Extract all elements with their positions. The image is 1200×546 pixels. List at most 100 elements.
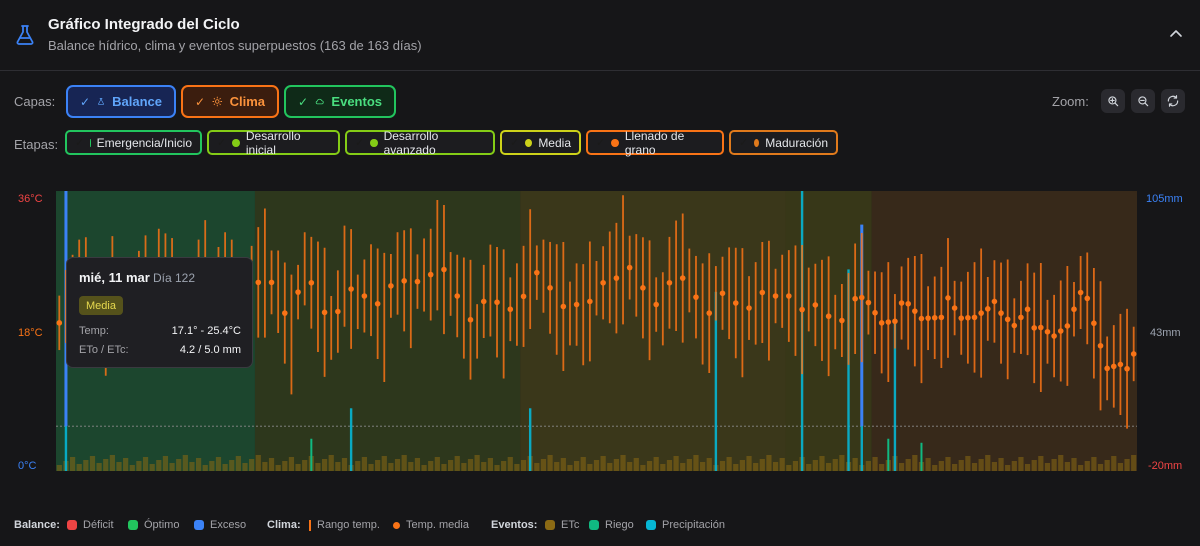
layer-toggle-clima[interactable]: ✓ Clima — [181, 85, 279, 118]
temp-mean-point — [912, 308, 918, 314]
stage-chip-desarrollo-avanzado[interactable]: ✓ Desarrollo avanzado — [345, 129, 495, 157]
temp-mean-point — [732, 300, 739, 306]
temp-mean-point — [1018, 314, 1024, 321]
etc-bar — [640, 465, 646, 471]
etc-bar — [315, 463, 321, 471]
etc-bar — [1071, 458, 1077, 471]
etc-bar — [534, 463, 540, 471]
stage-label: Maduración — [765, 135, 828, 150]
temp-mean-point — [1110, 363, 1117, 370]
chevron-up-icon[interactable] — [1166, 24, 1186, 44]
zoom-in-button[interactable] — [1101, 89, 1125, 113]
stage-dot — [232, 138, 240, 147]
stage-label: Desarrollo inicial — [245, 128, 301, 157]
etc-bar — [686, 459, 692, 471]
temp-mean-point — [388, 283, 394, 289]
temp-mean-point — [480, 298, 487, 305]
temp-mean-point — [587, 298, 593, 305]
temp-mean-point — [772, 293, 779, 299]
zoom-in-icon — [1108, 96, 1119, 107]
stage-chip-desarrollo-inicial[interactable]: ✓ Desarrollo inicial — [207, 128, 340, 157]
etc-bar — [507, 457, 513, 471]
etc-bar — [1117, 463, 1124, 471]
etc-bar — [607, 463, 613, 471]
temp-mean-point — [467, 316, 474, 323]
stage-label: Llenado de grano — [624, 128, 685, 157]
check-icon: ✓ — [510, 137, 520, 149]
etc-bar — [501, 461, 507, 471]
etc-bar — [653, 457, 659, 471]
stage-label: Media — [538, 135, 571, 150]
stage-dot — [611, 138, 619, 147]
etc-bar — [89, 456, 96, 471]
temp-mean-point — [984, 306, 991, 312]
etc-bar — [839, 455, 845, 471]
etc-bar — [593, 460, 600, 471]
check-icon: ✓ — [217, 137, 227, 149]
etc-bar — [215, 457, 222, 471]
layer-label: Eventos — [331, 94, 382, 109]
layer-toggle-eventos[interactable]: ✓ Eventos — [284, 85, 396, 118]
zoom-out-button[interactable] — [1131, 89, 1155, 113]
temp-mean-point — [719, 290, 726, 297]
etc-bar — [600, 456, 606, 471]
etc-bar — [394, 459, 401, 471]
temp-mean-point — [858, 294, 865, 301]
zoom-reset-button[interactable] — [1161, 89, 1185, 113]
temp-mean-point — [1077, 289, 1084, 296]
etc-bar — [282, 461, 288, 471]
etc-bar — [149, 464, 155, 471]
layer-toggle-balance[interactable]: ✓ Balance — [66, 85, 176, 118]
etc-bar — [202, 465, 208, 471]
etc-bar — [421, 465, 427, 471]
temp-mean-point — [1071, 306, 1077, 313]
refresh-icon — [1167, 95, 1179, 107]
temp-mean-point — [348, 286, 354, 292]
etc-bar — [547, 455, 553, 471]
temp-mean-point — [282, 310, 288, 316]
sun-icon — [212, 96, 223, 107]
etc-bar — [819, 456, 825, 471]
etc-bar — [759, 459, 765, 471]
stage-chip-llenado[interactable]: ✓ Llenado de grano — [586, 128, 724, 157]
temp-mean-point — [1130, 351, 1137, 357]
temp-mean-point — [825, 313, 832, 320]
temp-mean-point — [978, 310, 984, 316]
stage-chip-maduracion[interactable]: ✓ Maduración — [729, 130, 838, 155]
legend-exceso: Exceso — [194, 519, 246, 531]
riego-bar — [887, 438, 890, 471]
legend-riego: Riego — [589, 519, 634, 531]
etc-bar — [1024, 464, 1031, 471]
tooltip-temp-value: 17.1° - 25.4°C — [171, 325, 241, 337]
temp-mean-point — [1051, 333, 1057, 339]
temp-mean-point — [1011, 322, 1018, 329]
etc-bar — [971, 463, 978, 471]
legend-deficit: Déficit — [67, 519, 114, 531]
etc-bar — [1058, 455, 1064, 471]
flask-icon — [98, 98, 104, 105]
stage-chip-media[interactable]: ✓ Media — [500, 130, 581, 155]
temp-mean-point — [918, 315, 925, 322]
etc-bar — [912, 455, 918, 471]
etc-bar — [938, 461, 944, 471]
temp-mean-point — [706, 310, 713, 316]
etc-bar — [162, 456, 169, 471]
precip-bar — [349, 408, 353, 471]
stage-chip-emergencia[interactable]: ✓ Emergencia/Inicio — [65, 130, 202, 155]
etc-bar — [1011, 461, 1017, 471]
temp-mean-point — [852, 295, 858, 302]
etc-bar — [262, 462, 268, 471]
cloud-icon — [315, 98, 324, 105]
etc-bar — [255, 455, 261, 471]
legend-label: ETc — [561, 519, 580, 531]
etc-bar — [826, 463, 832, 471]
temp-mean-point — [1031, 325, 1038, 331]
etc-bar — [474, 455, 480, 471]
temp-mean-point — [905, 300, 911, 307]
etc-bar — [461, 463, 467, 471]
temp-mean-point — [321, 309, 328, 316]
etc-bar — [414, 458, 421, 471]
temp-mean-point — [626, 264, 633, 271]
legend-label: Rango temp. — [317, 519, 380, 531]
legend-label: Temp. media — [406, 519, 469, 531]
